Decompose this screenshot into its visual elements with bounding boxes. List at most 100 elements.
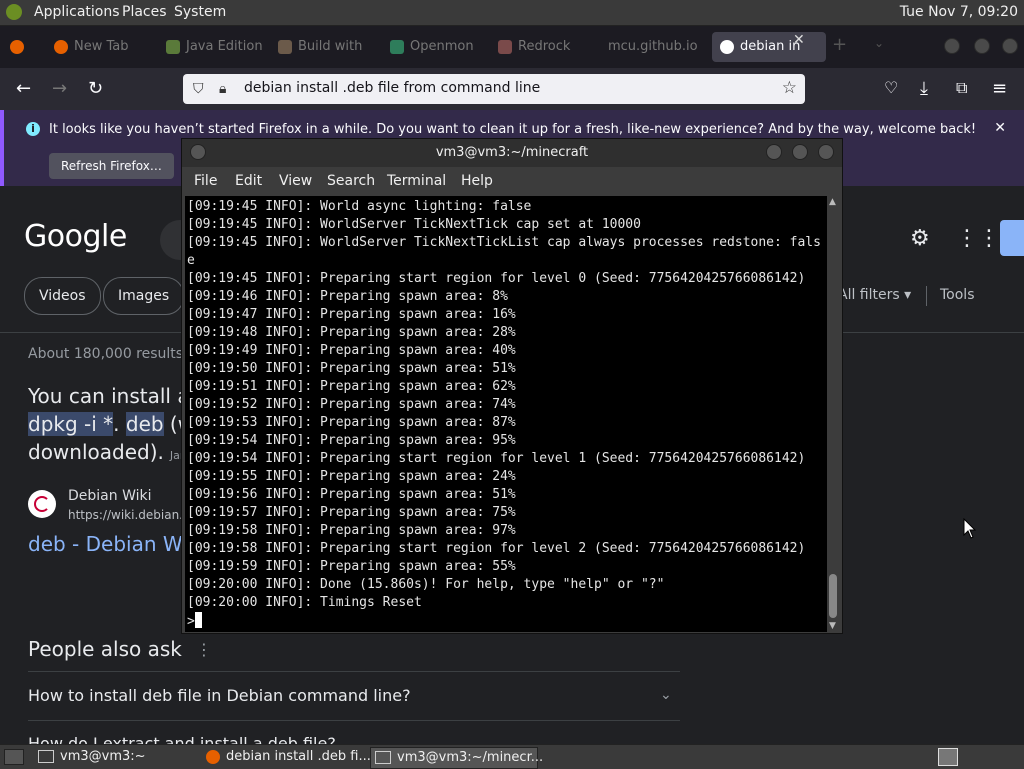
terminal-line: [09:19:47 INFO]: Preparing spawn area: 1… — [187, 307, 516, 322]
extensions-icon[interactable]: ⧉ — [956, 78, 967, 98]
maximize-window-icon[interactable] — [792, 144, 808, 160]
terminal-line: [09:19:45 INFO]: Preparing start region … — [187, 271, 806, 286]
browser-navbar: ← → ↻ ⛉ 🔒︎ debian install .deb file from… — [0, 68, 1024, 110]
tab-new-tab[interactable]: New Tab — [54, 32, 154, 62]
menu-terminal[interactable]: Terminal — [387, 173, 446, 189]
tab-openmon[interactable]: Openmon — [390, 32, 490, 62]
window-menu-icon[interactable] — [190, 144, 206, 160]
featured-snippet-line-2: dpkg -i *. deb (wh — [28, 412, 207, 436]
tab-mcu-github[interactable]: mcu.github.io — [608, 32, 704, 62]
chevron-down-icon[interactable]: ⌄ — [660, 687, 672, 703]
applications-menu[interactable]: Applications — [34, 4, 120, 20]
list-tabs-chevron-icon[interactable]: ⌄ — [874, 36, 884, 50]
taskbar-item-label: debian install .deb fi... — [226, 749, 371, 764]
google-logo[interactable]: Google — [24, 219, 127, 254]
bookmark-star-icon[interactable]: ☆ — [782, 78, 797, 98]
divider — [28, 720, 680, 721]
taskbar-item-label: vm3@vm3:~/minecr... — [397, 750, 544, 765]
google-icon — [720, 39, 734, 54]
close-window-icon[interactable] — [818, 144, 834, 160]
scrollbar-thumb[interactable] — [829, 574, 837, 618]
terminal-line: [09:19:50 INFO]: Preparing spawn area: 5… — [187, 361, 516, 376]
terminal-line: [09:19:57 INFO]: Preparing spawn area: 7… — [187, 505, 516, 520]
prompt-symbol: > — [187, 614, 195, 629]
clock[interactable]: Tue Nov 7, 09:20 — [900, 4, 1018, 20]
terminal-line: [09:19:53 INFO]: Preparing spawn area: 8… — [187, 415, 516, 430]
result-site-name[interactable]: Debian Wiki — [68, 488, 152, 504]
places-menu[interactable]: Places — [122, 4, 167, 20]
shield-icon[interactable]: ⛉ — [193, 81, 204, 97]
terminal-output[interactable]: [09:19:45 INFO]: World async lighting: f… — [185, 196, 827, 632]
paa-question[interactable]: How do I extract and install a deb file? — [28, 734, 336, 744]
featured-snippet-line-3: downloaded). Jan — [28, 440, 187, 464]
notification-close-icon[interactable]: ✕ — [994, 120, 1006, 136]
snippet-highlight: dpkg -i * — [28, 412, 114, 436]
taskbar-item-firefox[interactable]: debian install .deb fi... — [202, 747, 371, 767]
reload-icon[interactable]: ↻ — [88, 78, 103, 99]
terminal-titlebar[interactable]: vm3@vm3:~/minecraft — [182, 139, 842, 167]
scroll-up-arrow-icon[interactable]: ▲ — [829, 197, 836, 207]
notification-text: It looks like you haven’t started Firefo… — [49, 122, 977, 137]
tab-label: New Tab — [74, 39, 129, 54]
refresh-firefox-button[interactable]: Refresh Firefox… — [49, 153, 174, 179]
more-options-icon[interactable]: ⋮ — [196, 640, 212, 659]
browser-tabstrip: New Tab Java Edition Build with Openmon … — [0, 26, 1024, 68]
taskbar-item-terminal-minecraft[interactable]: vm3@vm3:~/minecr... — [370, 747, 543, 769]
redrock-icon — [498, 39, 512, 54]
close-window-icon[interactable] — [1002, 38, 1018, 54]
chip-videos[interactable]: Videos — [24, 277, 101, 315]
menu-search[interactable]: Search — [327, 173, 375, 189]
new-tab-plus-icon[interactable]: + — [832, 34, 847, 55]
chip-images[interactable]: Images — [103, 277, 185, 315]
forward-arrow-icon[interactable]: → — [52, 78, 67, 99]
result-title-link[interactable]: deb - Debian Wik — [28, 532, 199, 556]
scroll-down-arrow-icon[interactable]: ▼ — [829, 621, 836, 631]
url-bar[interactable]: ⛉ 🔒︎ debian install .deb file from comma… — [183, 74, 805, 104]
paa-question[interactable]: How to install deb file in Debian comman… — [28, 686, 411, 705]
debian-swirl-icon — [28, 490, 56, 518]
firefox-icon — [54, 39, 68, 54]
terminal-line: [09:19:54 INFO]: Preparing start region … — [187, 451, 806, 466]
lock-icon[interactable]: 🔒︎ — [219, 81, 226, 97]
url-text[interactable]: debian install .deb file from command li… — [244, 80, 540, 96]
command-prompt[interactable]: > — [185, 612, 827, 631]
show-desktop-icon[interactable] — [938, 748, 958, 766]
system-menu[interactable]: System — [174, 4, 226, 20]
workspace-handle-icon[interactable] — [4, 749, 24, 765]
firefox-icon — [10, 39, 24, 54]
back-arrow-icon[interactable]: ← — [16, 78, 31, 99]
taskbar-item-terminal-home[interactable]: vm3@vm3:~ — [34, 747, 200, 767]
terminal-icon — [38, 750, 54, 763]
menu-view[interactable]: View — [279, 173, 312, 189]
terminal-line: [09:19:46 INFO]: Preparing spawn area: 8… — [187, 289, 508, 304]
tab-label: Java Edition — [186, 39, 263, 54]
tab-debian-install[interactable]: debian in — [712, 32, 826, 62]
settings-gear-icon[interactable]: ⚙ — [910, 226, 930, 251]
menu-edit[interactable]: Edit — [235, 173, 262, 189]
apps-grid-icon[interactable]: ⋮⋮ — [956, 226, 1000, 251]
all-filters-button[interactable]: All filters ▾ — [838, 287, 911, 303]
menu-file[interactable]: File — [194, 173, 217, 189]
divider — [28, 671, 680, 672]
pocket-icon[interactable]: ♡ — [884, 78, 898, 97]
hamburger-menu-icon[interactable]: ≡ — [992, 78, 1007, 99]
tools-button[interactable]: Tools — [940, 287, 975, 303]
maximize-window-icon[interactable] — [974, 38, 990, 54]
tab-build-with[interactable]: Build with — [278, 32, 378, 62]
tab-close-icon[interactable]: ✕ — [793, 32, 805, 48]
people-also-ask-heading: People also ask — [28, 637, 182, 661]
minimize-window-icon[interactable] — [766, 144, 782, 160]
menu-help[interactable]: Help — [461, 173, 493, 189]
tab-redrock[interactable]: Redrock — [498, 32, 598, 62]
terminal-line: [09:19:51 INFO]: Preparing spawn area: 6… — [187, 379, 516, 394]
minimize-window-icon[interactable] — [944, 38, 960, 54]
firefox-view-button[interactable] — [10, 32, 32, 62]
downloads-icon[interactable]: ⤓ — [920, 78, 928, 99]
sign-in-button[interactable] — [1000, 220, 1024, 256]
terminal-scrollbar[interactable]: ▲ ▼ — [827, 196, 839, 632]
tab-java-edition[interactable]: Java Edition — [166, 32, 266, 62]
terminal-line: [09:20:00 INFO]: Done (15.860s)! For hel… — [187, 577, 665, 592]
terminal-line: [09:19:56 INFO]: Preparing spawn area: 5… — [187, 487, 516, 502]
distro-logo-icon[interactable] — [6, 4, 22, 20]
tab-label: Redrock — [518, 39, 571, 54]
